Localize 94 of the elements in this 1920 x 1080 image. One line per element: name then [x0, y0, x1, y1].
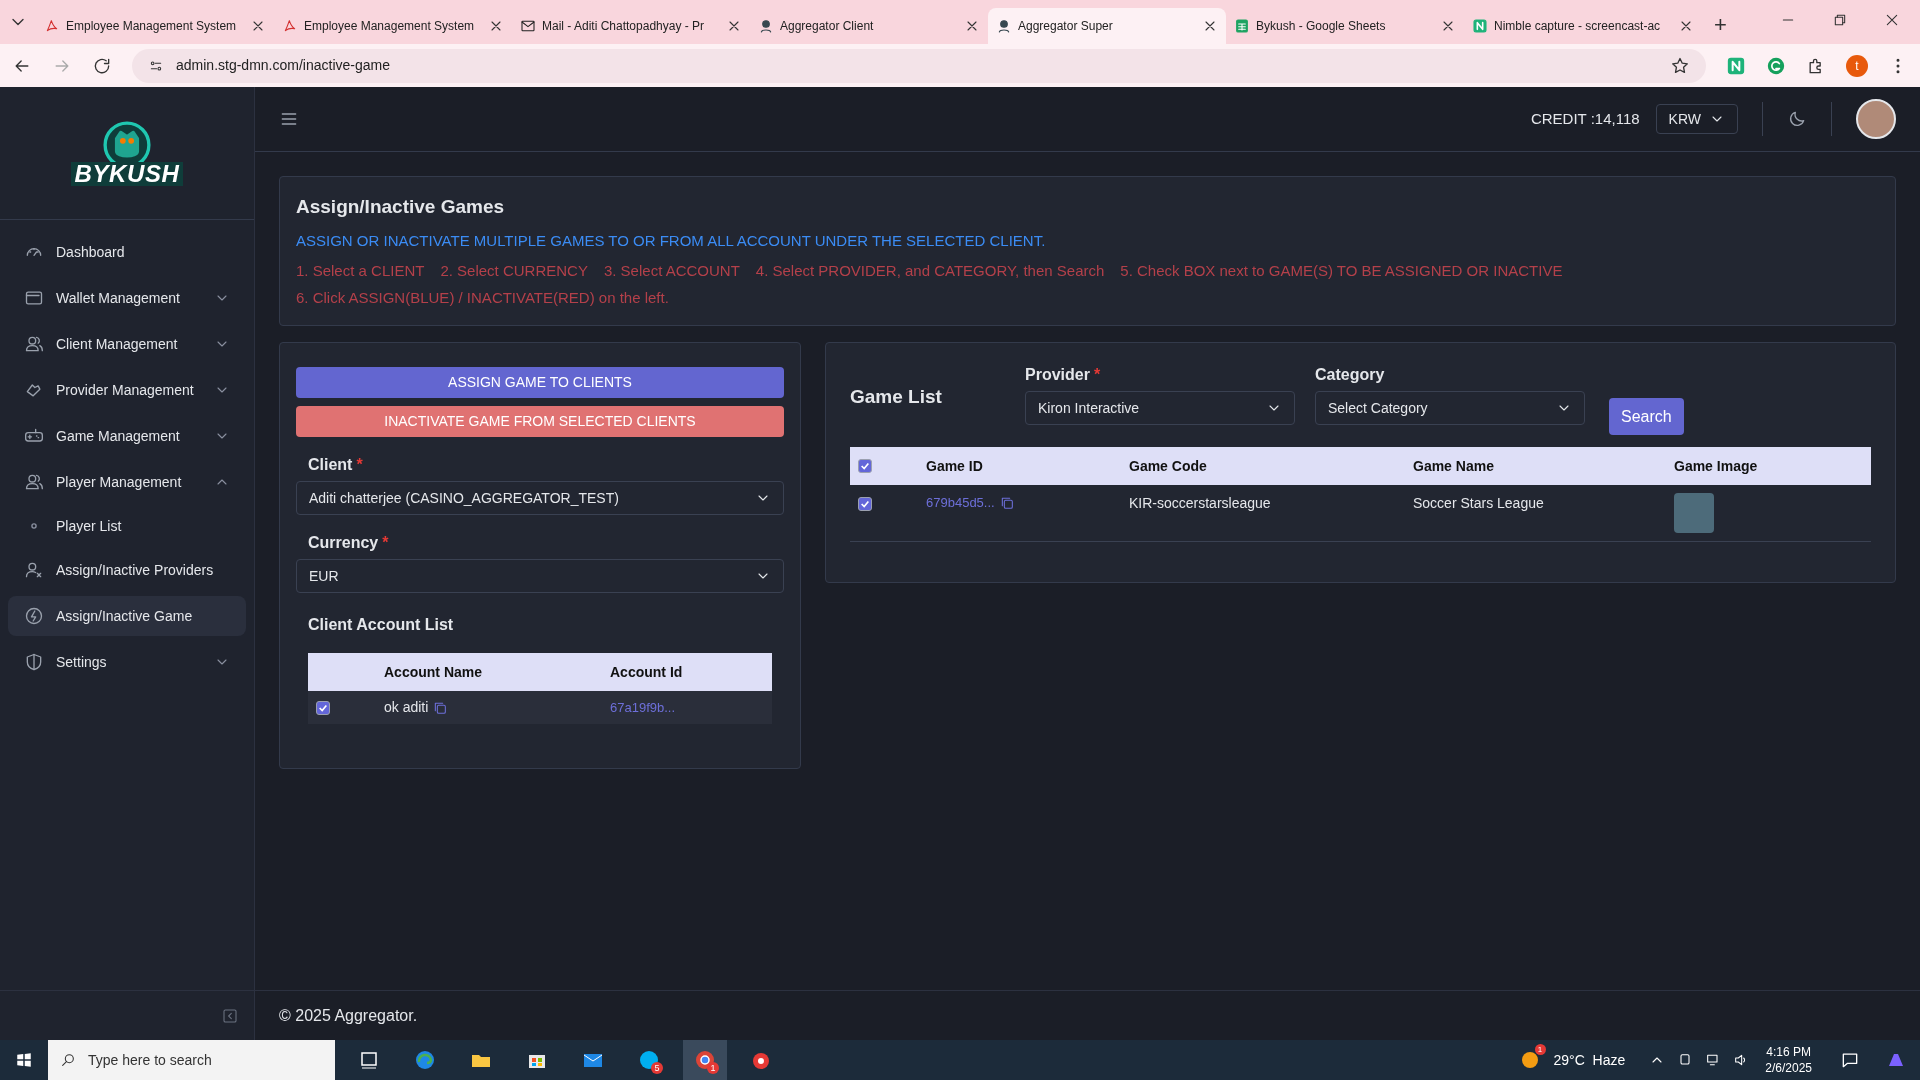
- game-id-link[interactable]: 679b45d5...: [926, 493, 995, 513]
- table-cell-text: KIR-soccerstarsleague: [1129, 494, 1272, 513]
- table-cell-text: ok aditi: [384, 698, 429, 717]
- notification-badge: 1: [1534, 1044, 1546, 1055]
- users-icon: [24, 334, 44, 354]
- column-header: Game Code: [1129, 456, 1208, 476]
- required-mark: *: [356, 455, 363, 475]
- sidebar-item[interactable]: Player Management: [8, 462, 246, 502]
- credit-balance: CREDIT :14,118: [1530, 108, 1640, 129]
- select-field[interactable]: EUR: [296, 559, 784, 593]
- close-icon[interactable]: [1884, 12, 1900, 28]
- letter-n-icon[interactable]: [1726, 55, 1746, 76]
- required-mark: *: [1093, 365, 1101, 385]
- select-field[interactable]: Kiron Interactive: [1025, 391, 1295, 425]
- column-header: Game Image: [1674, 456, 1759, 476]
- weather-text: 29°C Haze: [1553, 1050, 1626, 1070]
- field-label: Provider: [1025, 365, 1090, 385]
- currency-dropdown[interactable]: KRW: [1655, 104, 1738, 134]
- section-title: Client Account List: [307, 615, 455, 635]
- instruction-text: ASSIGN OR INACTIVATE MULTIPLE GAMES TO OR FROM ALL ACCOUNT UNDER THE SELECTED CLIENT.: [296, 230, 1047, 251]
- checkbox[interactable]: [858, 459, 872, 473]
- shield-icon: [24, 652, 44, 672]
- sidebar-item[interactable]: Assign/Inactive Game: [8, 596, 246, 636]
- page-title: Assign/Inactive Games: [296, 195, 506, 219]
- assign-button[interactable]: ASSIGN GAME TO CLIENTS: [296, 367, 784, 398]
- browser-tab[interactable]: Mail - Aditi Chattopadhyay - Pr: [512, 8, 750, 44]
- notification-badge: 1: [707, 1062, 719, 1074]
- browser-tab[interactable]: Employee Management System: [274, 8, 512, 44]
- edge-browser-icon: [413, 1048, 437, 1072]
- checkbox[interactable]: [316, 700, 330, 715]
- instruction-step: 6. Click ASSIGN(BLUE) / INACTIVATE(RED) on the left.: [296, 286, 669, 309]
- check-icon: [860, 461, 870, 471]
- sidebar-item[interactable]: Dashboard: [8, 232, 246, 272]
- avatar[interactable]: [1856, 99, 1896, 139]
- required-mark: *: [382, 533, 389, 553]
- bykush-logo: BYKUSH: [70, 120, 184, 186]
- instruction-step: 2. Select CURRENCY: [440, 260, 588, 283]
- column-header: Account Id: [610, 662, 684, 682]
- extension-g-icon[interactable]: [1766, 55, 1786, 76]
- moon-icon[interactable]: [1787, 109, 1807, 129]
- lightning-circle-icon: [24, 606, 44, 626]
- envelope-icon: [520, 18, 536, 34]
- select-field[interactable]: Select Category: [1315, 391, 1585, 425]
- star-icon[interactable]: [1670, 55, 1690, 76]
- users-icon: [24, 472, 44, 492]
- instruction-step: 3. Select ACCOUNT: [603, 260, 740, 283]
- field-label: Client: [308, 455, 353, 475]
- browser-tab[interactable]: Nimble capture - screencast-ac: [1464, 8, 1702, 44]
- person-icon: [758, 18, 774, 34]
- address-bar[interactable]: admin.stg-dmn.com/inactive-game: [132, 48, 1706, 83]
- clock-date[interactable]: 2/6/2025: [1765, 1060, 1812, 1076]
- field-label: Currency: [308, 533, 379, 553]
- search-button[interactable]: Search: [1609, 398, 1684, 435]
- column-header: Game ID: [926, 456, 984, 476]
- sidebar-subitem[interactable]: Player List: [8, 508, 246, 544]
- search-icon: [60, 1052, 76, 1068]
- browser-tab[interactable]: Aggregator Client: [750, 8, 988, 44]
- column-header: Account Name: [384, 662, 484, 682]
- chrome-icon: [693, 1048, 717, 1072]
- footer-text: © 2025 Aggregator.: [279, 1005, 418, 1026]
- person-icon: [996, 18, 1012, 34]
- skype-button[interactable]: 5: [627, 1040, 671, 1080]
- sidebar-item[interactable]: Provider Management: [8, 370, 246, 410]
- collapse-sidebar-icon[interactable]: [222, 1007, 238, 1024]
- profile-button[interactable]: t: [1846, 54, 1868, 77]
- sidebar-item[interactable]: Assign/Inactive Providers: [8, 550, 246, 590]
- sidebar-item[interactable]: Wallet Management: [8, 278, 246, 318]
- clock-time[interactable]: 4:16 PM: [1766, 1044, 1811, 1060]
- check-icon: [860, 499, 870, 509]
- spreadsheet-icon: [1234, 18, 1250, 34]
- field-label: Category: [1315, 365, 1385, 385]
- sidebar-item[interactable]: Game Management: [8, 416, 246, 456]
- notification-badge: 5: [651, 1062, 663, 1074]
- instruction-step: 5. Check BOX next to GAME(S) TO BE ASSIGNED OR INACTIVE: [1120, 260, 1563, 283]
- section-title: Game List: [850, 385, 943, 409]
- check-icon: [318, 702, 328, 713]
- letter-n-icon: [1472, 18, 1488, 34]
- new-tab-button[interactable]: +: [1714, 14, 1727, 36]
- photo-placeholder: [1674, 493, 1714, 533]
- browser-tab[interactable]: Bykush - Google Sheets: [1226, 8, 1464, 44]
- instruction-step: 4. Select PROVIDER, and CATEGORY, then Search: [755, 260, 1105, 283]
- restore-icon[interactable]: [1832, 12, 1848, 28]
- browser-tab[interactable]: Aggregator Super: [988, 8, 1226, 44]
- table-cell-text: Soccer Stars League: [1413, 494, 1545, 513]
- chrome-button[interactable]: 1: [683, 1040, 727, 1080]
- sidebar-item[interactable]: Settings: [8, 642, 246, 682]
- taskbar-search-field[interactable]: Type here to search: [48, 1040, 335, 1080]
- checkbox[interactable]: [858, 497, 872, 511]
- user-x-icon: [24, 560, 44, 580]
- instruction-step: 1. Select a CLIENT: [296, 260, 425, 283]
- select-field[interactable]: Aditi chatterjee (CASINO_AGGREGATOR_TEST): [296, 481, 784, 515]
- browser-tab[interactable]: Employee Management System: [36, 8, 274, 44]
- column-header: Game Name: [1413, 456, 1495, 476]
- sidebar-item[interactable]: Client Management: [8, 324, 246, 364]
